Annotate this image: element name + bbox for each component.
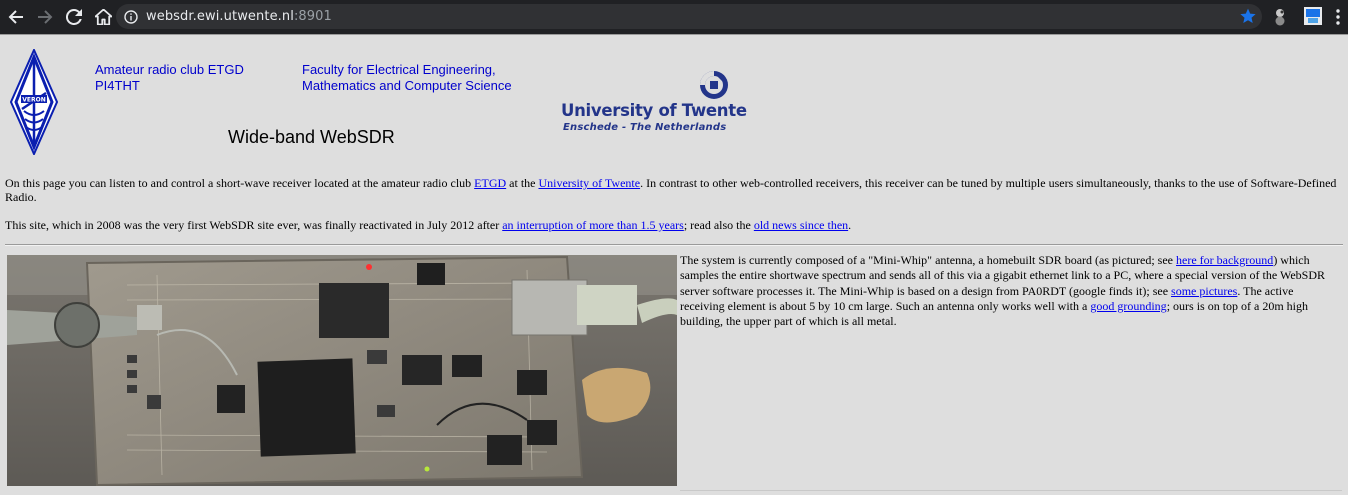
menu-icon[interactable]	[1335, 8, 1341, 26]
system-description: The system is currently composed of a "M…	[680, 253, 1340, 329]
faculty-link[interactable]: Faculty for Electrical Engineering, Math…	[302, 62, 512, 94]
university-location: Enschede - The Netherlands	[563, 122, 727, 133]
intro-text: On this page you can listen to and contr…	[5, 176, 475, 190]
reload-icon	[66, 9, 82, 25]
veron-logo[interactable]: VERON	[10, 49, 58, 155]
url-host: websdr.ewi.utwente.nl	[146, 9, 294, 24]
system-text: The system is currently composed of a "M…	[680, 253, 1177, 267]
university-name[interactable]: University of Twente	[561, 101, 747, 120]
forward-arrow-icon	[38, 10, 53, 24]
extension-icon[interactable]	[1304, 7, 1322, 25]
background-link[interactable]: here for background	[1176, 253, 1273, 267]
extension-icon[interactable]	[1270, 7, 1290, 27]
veron-logo-text: VERON	[22, 97, 45, 104]
pictures-link[interactable]: some pictures	[1171, 284, 1237, 298]
forward-button[interactable]	[32, 4, 58, 30]
info-icon[interactable]	[124, 9, 138, 24]
ut-logo-icon[interactable]	[560, 69, 732, 101]
history-paragraph: This site, which in 2008 was the very fi…	[5, 218, 1340, 232]
home-button[interactable]	[90, 4, 116, 30]
faculty-line1: Faculty for Electrical Engineering,	[302, 62, 496, 77]
club-name: Amateur radio club ETGD	[95, 62, 244, 77]
sdr-board-photo	[7, 255, 677, 486]
page-content: VERON Amateur radio club ETGD PI4THT Fac…	[0, 34, 1348, 495]
star-icon[interactable]	[1240, 8, 1256, 24]
history-text: This site, which in 2008 was the very fi…	[5, 218, 503, 232]
interruption-link[interactable]: an interruption of more than 1.5 years	[502, 218, 684, 232]
address-bar[interactable]: websdr.ewi.utwente.nl:8901	[116, 4, 1262, 29]
intro-paragraph: On this page you can listen to and contr…	[5, 176, 1340, 204]
back-arrow-icon	[8, 10, 23, 24]
etgd-link[interactable]: ETGD	[474, 176, 506, 190]
back-button[interactable]	[3, 4, 29, 30]
divider	[5, 244, 1343, 246]
history-text: .	[848, 218, 852, 232]
intro-text: at the	[506, 176, 539, 190]
reload-button[interactable]	[61, 4, 87, 30]
home-icon	[94, 9, 112, 25]
browser-toolbar: websdr.ewi.utwente.nl:8901	[0, 0, 1348, 34]
grounding-link[interactable]: good grounding	[1090, 299, 1166, 313]
url-text: websdr.ewi.utwente.nl:8901	[146, 9, 332, 24]
table-border	[680, 490, 1342, 491]
club-link[interactable]: Amateur radio club ETGD PI4THT	[95, 62, 244, 94]
club-callsign: PI4THT	[95, 78, 140, 93]
url-port: :8901	[293, 9, 332, 24]
page-title: Wide-band WebSDR	[228, 127, 395, 147]
utwente-link[interactable]: University of Twente	[538, 176, 640, 190]
old-news-link[interactable]: old news since then	[754, 218, 848, 232]
history-text: ; read also the	[683, 218, 754, 232]
faculty-line2: Mathematics and Computer Science	[302, 78, 512, 93]
